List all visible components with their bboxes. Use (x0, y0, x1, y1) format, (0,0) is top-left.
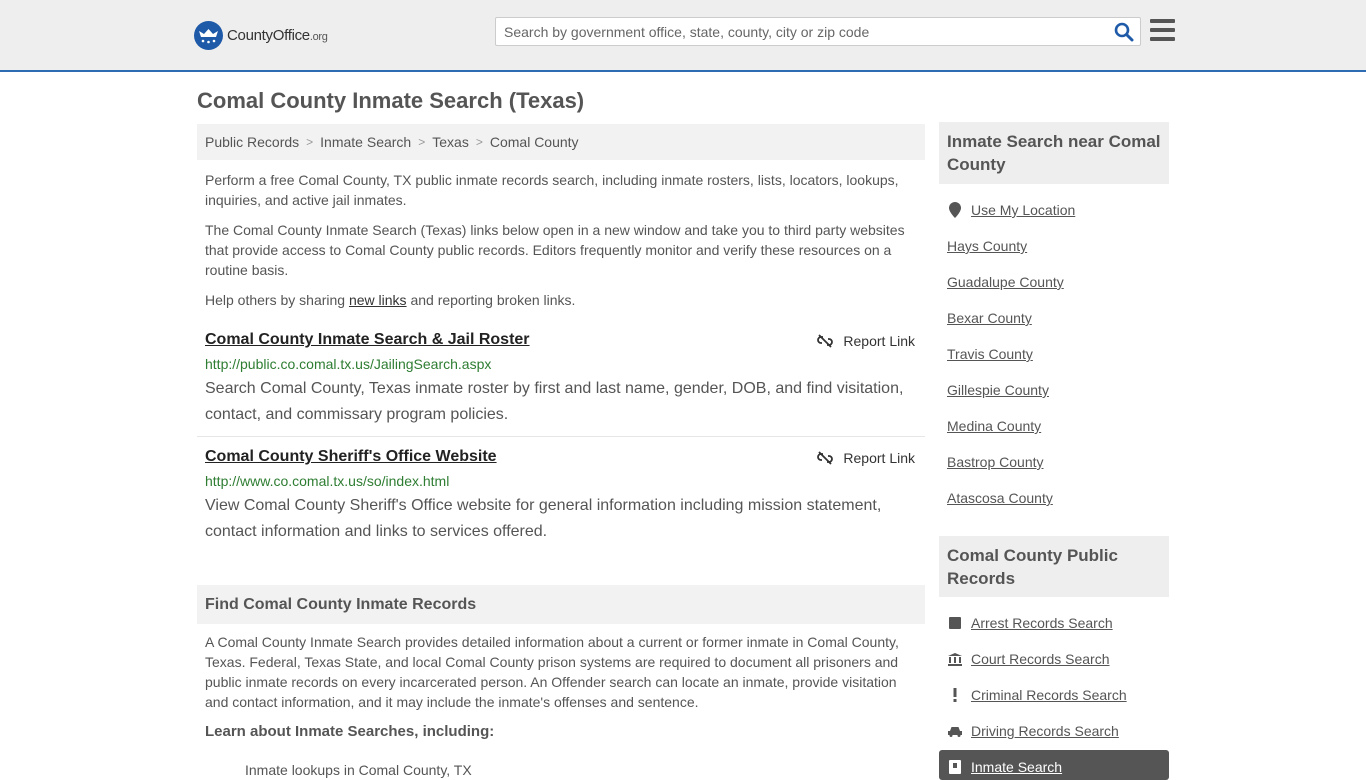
breadcrumb-separator-icon: > (475, 135, 483, 149)
logo-badge-icon (194, 20, 223, 50)
breadcrumb-separator-icon: > (418, 135, 426, 149)
report-link-label: Report Link (843, 333, 915, 349)
intro-paragraph-2: The Comal County Inmate Search (Texas) l… (205, 222, 905, 278)
result-url: http://public.co.comal.tx.us/JailingSear… (205, 356, 492, 372)
learn-heading: Learn about Inmate Searches, including: (205, 723, 495, 740)
sidebar-item-medina-county[interactable]: Medina County (947, 418, 1041, 434)
car-icon (947, 723, 963, 739)
result-title-link[interactable]: Comal County Inmate Search & Jail Roster (205, 331, 530, 349)
top-header: CountyOffice.org (0, 0, 1366, 72)
report-link-button[interactable]: Report Link (817, 333, 915, 349)
sidebar-item-guadalupe-county[interactable]: Guadalupe County (947, 274, 1064, 290)
result-description: Search Comal County, Texas inmate roster… (205, 380, 904, 423)
site-logo[interactable]: CountyOffice.org (194, 20, 328, 50)
sidebar-item-bastrop-county[interactable]: Bastrop County (947, 454, 1044, 470)
broken-link-icon (817, 334, 834, 348)
sidebar-item-court-records[interactable]: Court Records Search (947, 651, 1110, 667)
inmate-icon (947, 759, 963, 775)
sidebar-item-criminal-records[interactable]: Criminal Records Search (947, 687, 1127, 703)
courthouse-icon (947, 651, 963, 667)
sidebar-heading-nearby: Inmate Search near Comal County (939, 122, 1169, 184)
exclamation-icon (947, 687, 963, 703)
sidebar-item-arrest-records[interactable]: Arrest Records Search (947, 615, 1113, 631)
broken-link-icon (817, 451, 834, 465)
search-icon[interactable] (1114, 22, 1134, 42)
sidebar-item-hays-county[interactable]: Hays County (947, 238, 1027, 254)
result-url: http://www.co.comal.tx.us/so/index.html (205, 473, 450, 489)
breadcrumb-texas[interactable]: Texas (432, 134, 469, 150)
result-description: View Comal County Sheriff's Office websi… (205, 497, 882, 540)
page-title: Comal County Inmate Search (Texas) (197, 88, 585, 113)
result-title-link[interactable]: Comal County Sheriff's Office Website (205, 448, 497, 466)
breadcrumb-inmate-search[interactable]: Inmate Search (320, 134, 411, 150)
square-icon (947, 615, 963, 631)
sidebar-heading-public-records: Comal County Public Records (939, 536, 1169, 597)
intro-paragraph-1: Perform a free Comal County, TX public i… (205, 172, 899, 208)
sidebar-item-atascosa-county[interactable]: Atascosa County (947, 490, 1053, 506)
sidebar-item-inmate-search[interactable]: Inmate Search (947, 759, 1062, 775)
sidebar-item-driving-records[interactable]: Driving Records Search (947, 723, 1119, 739)
section-body: A Comal County Inmate Search provides de… (205, 634, 899, 710)
location-pin-icon (947, 202, 963, 218)
report-link-button[interactable]: Report Link (817, 450, 915, 466)
breadcrumb-comal-county[interactable]: Comal County (490, 134, 579, 150)
divider (197, 436, 925, 437)
logo-text: CountyOffice.org (227, 26, 328, 44)
sidebar-item-active: Inmate Search (939, 750, 1169, 780)
search-box (495, 17, 1141, 46)
report-link-label: Report Link (843, 450, 915, 466)
use-my-location-link[interactable]: Use My Location (947, 202, 1075, 218)
search-input[interactable] (496, 18, 1106, 45)
hamburger-menu-icon[interactable] (1150, 19, 1175, 41)
new-links-link[interactable]: new links (349, 292, 407, 308)
breadcrumb-public-records[interactable]: Public Records (205, 134, 299, 150)
sidebar-item-bexar-county[interactable]: Bexar County (947, 310, 1032, 326)
list-item: Inmate lookups in Comal County, TX (245, 762, 472, 778)
sidebar-item-gillespie-county[interactable]: Gillespie County (947, 382, 1049, 398)
intro-paragraph-3: Help others by sharing new links and rep… (205, 292, 576, 308)
breadcrumb-separator-icon: > (306, 135, 314, 149)
section-heading: Find Comal County Inmate Records (197, 585, 925, 624)
sidebar-item-travis-county[interactable]: Travis County (947, 346, 1033, 362)
breadcrumb: Public Records > Inmate Search > Texas >… (197, 124, 925, 160)
